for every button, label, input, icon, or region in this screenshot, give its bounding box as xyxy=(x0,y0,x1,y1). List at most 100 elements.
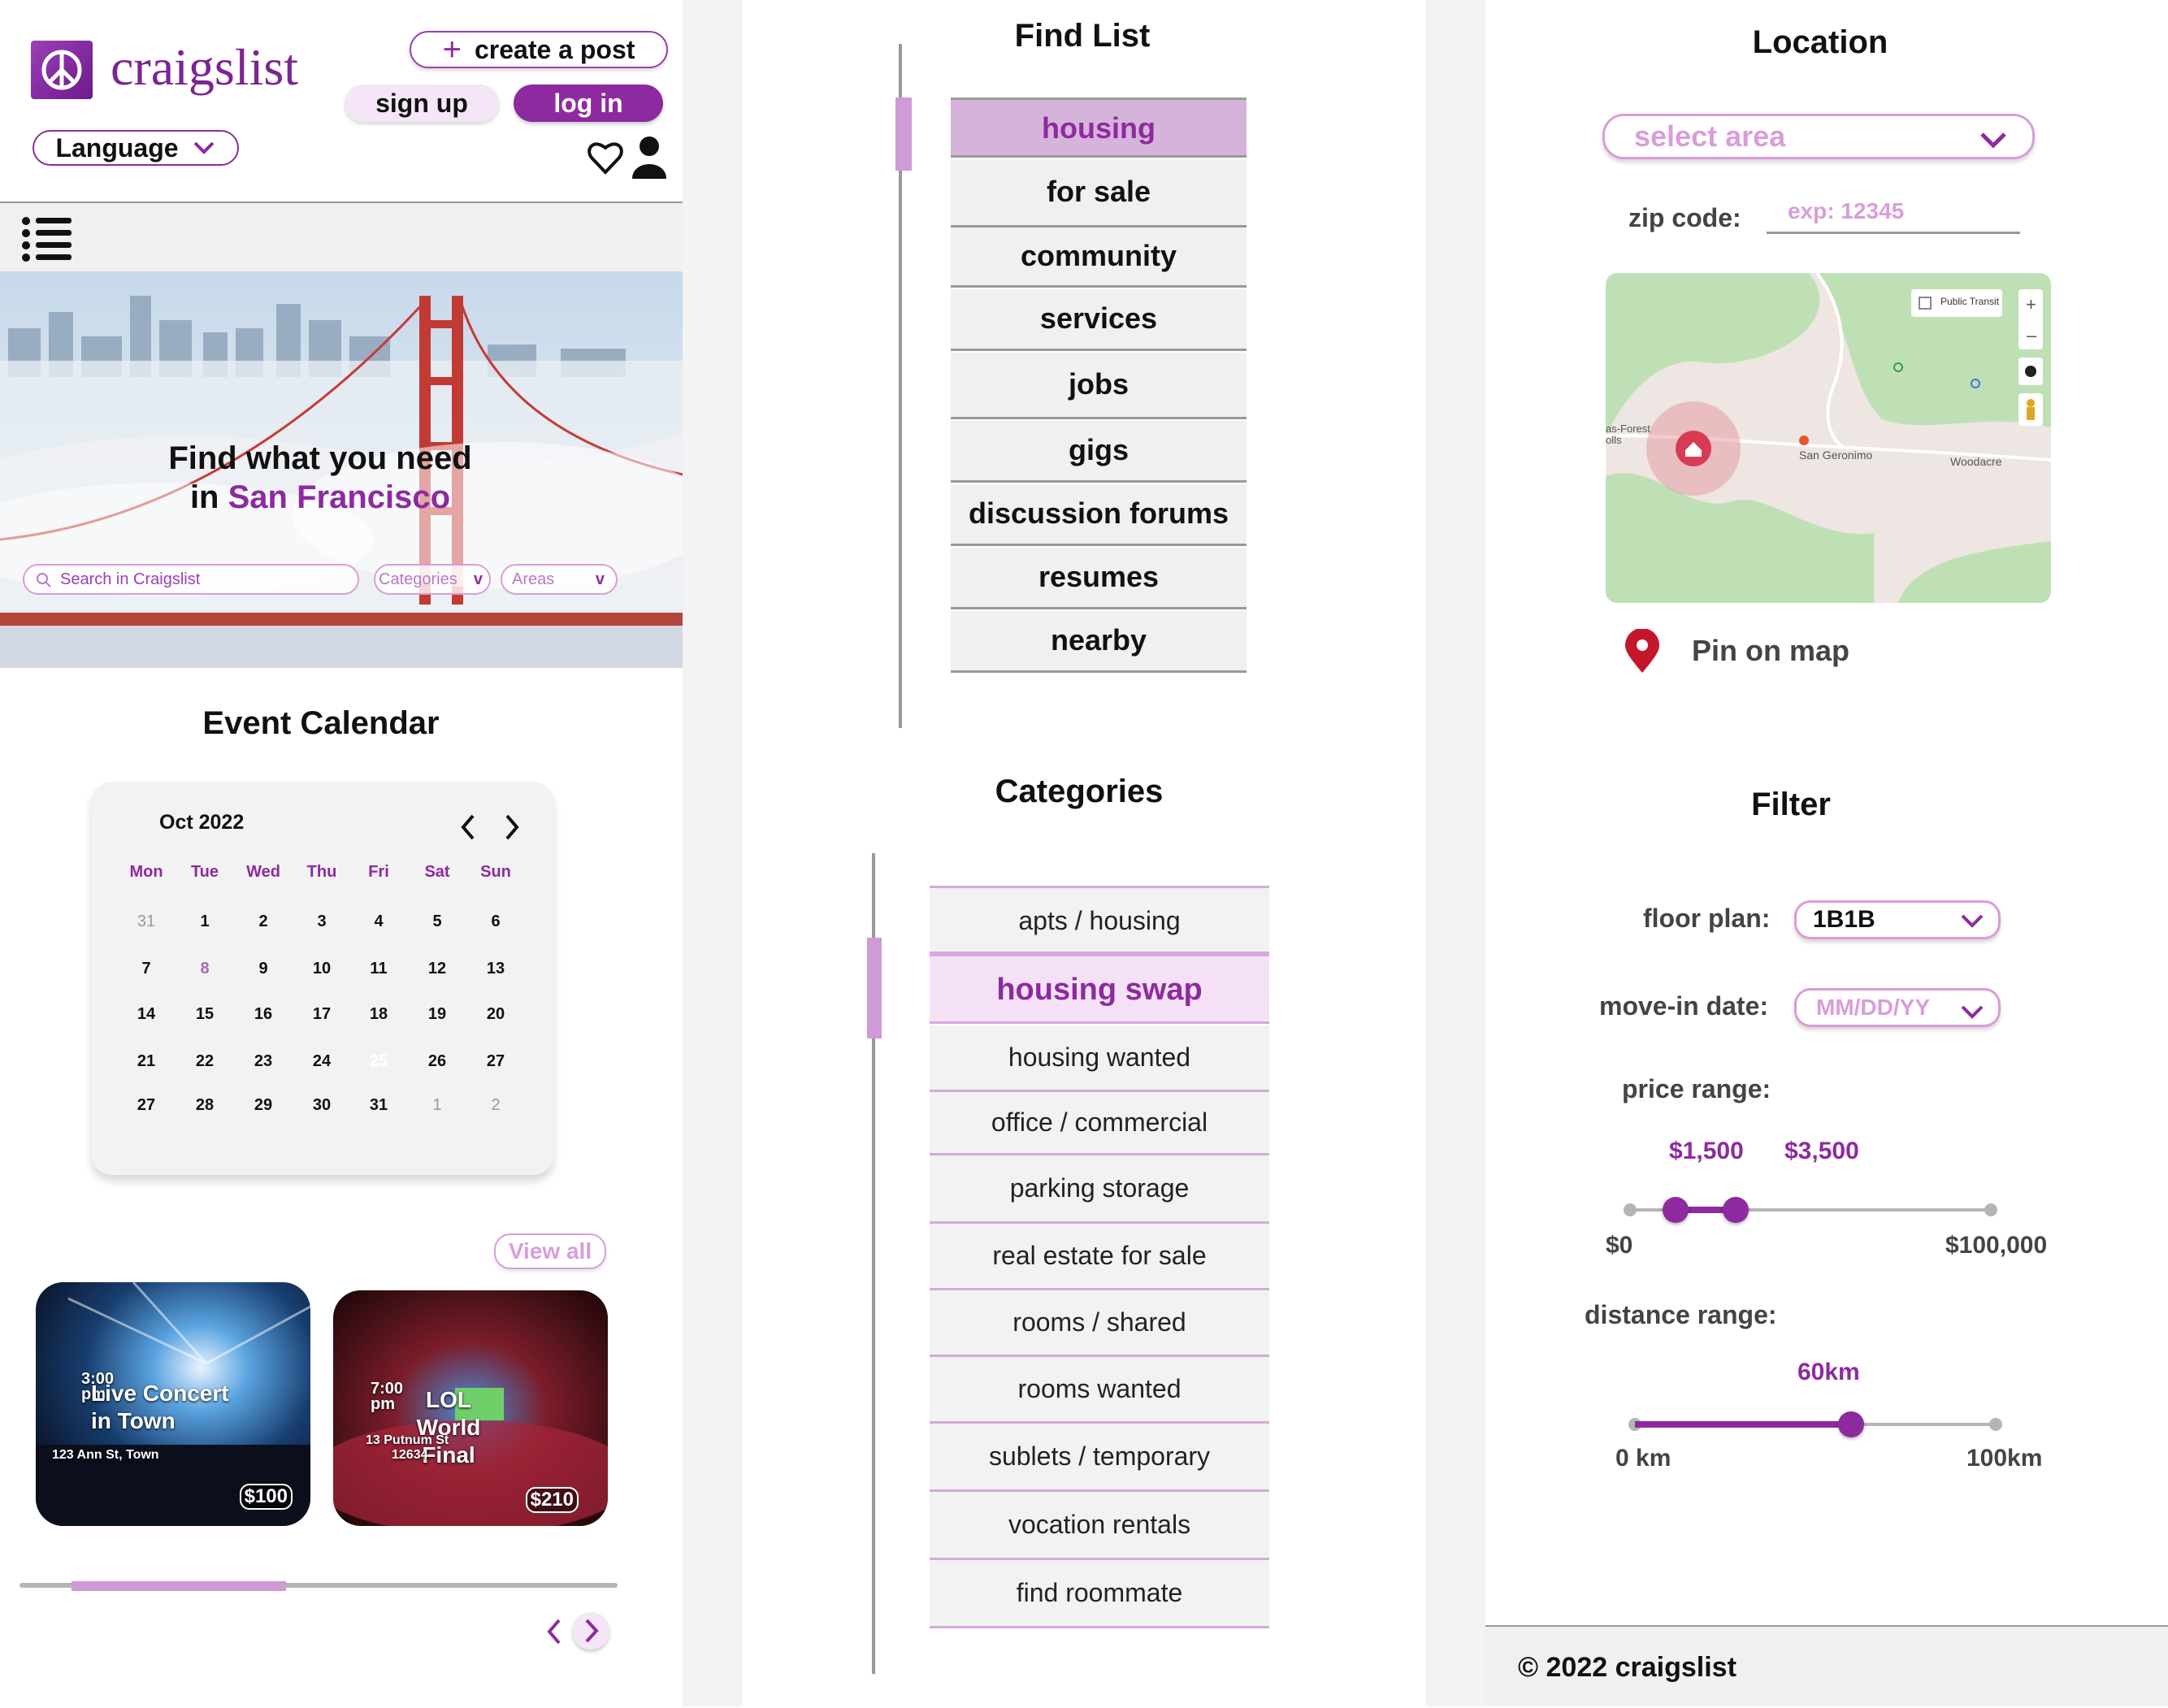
calendar-day[interactable]: 19 xyxy=(413,998,462,1030)
category-item[interactable]: parking storage xyxy=(930,1155,1269,1224)
calendar-day[interactable]: 10 xyxy=(297,952,346,985)
heart-icon[interactable] xyxy=(587,138,624,176)
category-item[interactable]: find roommate xyxy=(930,1560,1269,1628)
carousel-prev-icon[interactable] xyxy=(544,1617,566,1646)
calendar-day[interactable]: 31 xyxy=(354,1089,403,1121)
chevron-right-icon[interactable] xyxy=(502,813,522,842)
find-list-item[interactable]: for sale xyxy=(951,159,1247,228)
find-list-scroll-thumb[interactable] xyxy=(895,98,912,171)
calendar-day[interactable]: 2 xyxy=(239,905,288,938)
zip-code-input[interactable]: exp: 12345 xyxy=(1767,198,2020,234)
category-item[interactable]: rooms wanted xyxy=(930,1357,1269,1424)
slider-handle[interactable] xyxy=(1722,1197,1749,1223)
calendar-day[interactable]: 17 xyxy=(297,998,346,1030)
event-calendar: Oct 2022 Mon Tue Wed Thu Fri Sat Sun 31 1 2 3 4 5 6 7 8… xyxy=(91,782,554,1175)
category-item[interactable]: vocation rentals xyxy=(930,1492,1269,1560)
calendar-day[interactable]: 3 xyxy=(297,905,346,938)
calendar-weekday: Sun xyxy=(480,863,511,881)
slider-handle[interactable] xyxy=(1838,1411,1865,1437)
language-dropdown[interactable]: Language xyxy=(33,130,239,166)
find-list-item[interactable]: housing xyxy=(951,98,1247,158)
find-list-item[interactable]: gigs xyxy=(951,421,1247,483)
calendar-day[interactable]: 22 xyxy=(180,1045,229,1077)
calendar-day[interactable]: 29 xyxy=(239,1089,288,1121)
category-item[interactable]: apts / housing xyxy=(930,886,1269,954)
find-list-item[interactable]: jobs xyxy=(951,353,1247,419)
logo-icon[interactable] xyxy=(31,41,93,99)
search-icon xyxy=(37,573,51,587)
calendar-day[interactable]: 14 xyxy=(122,998,171,1030)
calendar-day[interactable]: 1 xyxy=(180,905,229,938)
calendar-day[interactable]: 15 xyxy=(180,998,229,1030)
calendar-day[interactable]: 28 xyxy=(180,1089,229,1121)
calendar-day[interactable]: 24 xyxy=(297,1045,346,1077)
calendar-day[interactable]: 7 xyxy=(122,952,171,985)
category-item[interactable]: sublets / temporary xyxy=(930,1424,1269,1492)
find-list-item[interactable]: discussion forums xyxy=(951,484,1247,546)
slider-end-dot xyxy=(1984,1203,1997,1216)
calendar-day[interactable]: 27 xyxy=(471,1045,520,1077)
calendar-day[interactable]: 20 xyxy=(471,998,520,1030)
calendar-day[interactable]: 9 xyxy=(239,952,288,985)
calendar-day[interactable]: 18 xyxy=(354,998,403,1030)
area-map[interactable]: + – Public Transit San Geronimo Woodacre… xyxy=(1606,273,2051,603)
select-area-dropdown[interactable]: select area xyxy=(1602,114,2035,159)
calendar-day[interactable]: 6 xyxy=(471,905,520,938)
distance-range-slider[interactable] xyxy=(1627,1411,2004,1437)
hero-title-city: San Francisco xyxy=(228,479,451,515)
areas-select[interactable]: Areas v xyxy=(501,564,618,595)
calendar-day[interactable]: 25 xyxy=(354,1043,403,1079)
calendar-day[interactable]: 21 xyxy=(122,1045,171,1077)
hero-title-line1: Find what you need xyxy=(168,440,472,476)
user-icon[interactable] xyxy=(631,135,668,179)
carousel-thumb[interactable] xyxy=(72,1581,286,1591)
sign-up-button[interactable]: sign up xyxy=(345,85,499,122)
chevron-left-icon[interactable] xyxy=(458,813,478,842)
calendar-day[interactable]: 13 xyxy=(471,952,520,985)
find-list-item[interactable]: community xyxy=(951,228,1247,288)
map-transit-toggle-label[interactable]: Public Transit xyxy=(1940,296,1999,307)
calendar-day[interactable]: 5 xyxy=(413,905,462,938)
find-list-item[interactable]: resumes xyxy=(951,548,1247,609)
distance-range-label: distance range: xyxy=(1585,1300,1777,1329)
calendar-day[interactable]: 26 xyxy=(413,1045,462,1077)
create-post-button[interactable]: + create a post xyxy=(410,31,668,68)
carousel-next-button[interactable] xyxy=(572,1612,609,1649)
map-place-label: olls xyxy=(1606,434,1622,446)
category-item[interactable]: housing swap xyxy=(930,954,1269,1024)
floor-plan-select[interactable]: 1B1B xyxy=(1794,900,2001,939)
search-input[interactable]: Search in Craigslist xyxy=(23,564,359,595)
price-range-slider[interactable] xyxy=(1622,1197,1999,1223)
category-item[interactable]: real estate for sale xyxy=(930,1224,1269,1290)
svg-text:+: + xyxy=(2026,294,2036,314)
calendar-day[interactable]: 11 xyxy=(354,952,403,985)
view-all-button[interactable]: View all xyxy=(494,1233,606,1269)
find-list-item[interactable]: services xyxy=(951,289,1247,351)
pin-on-map-button[interactable]: Pin on map xyxy=(1622,626,1866,674)
calendar-day[interactable]: 12 xyxy=(413,952,462,985)
calendar-day[interactable]: 27 xyxy=(122,1089,171,1121)
category-item[interactable]: housing wanted xyxy=(930,1025,1269,1092)
slider-handle[interactable] xyxy=(1662,1197,1689,1223)
chevron-down-icon: v xyxy=(473,570,483,588)
event-card[interactable]: 3:00 pm Live Concert in Town 123 Ann St, … xyxy=(36,1282,310,1526)
calendar-day[interactable]: 16 xyxy=(239,998,288,1030)
calendar-day[interactable]: 30 xyxy=(297,1089,346,1121)
calendar-day[interactable]: 23 xyxy=(239,1045,288,1077)
category-item[interactable]: office / commercial xyxy=(930,1092,1269,1155)
categories-scroll-thumb[interactable] xyxy=(867,938,882,1038)
move-in-date-input[interactable]: MM/DD/YY xyxy=(1794,988,2001,1027)
chevron-down-icon xyxy=(193,141,214,154)
category-item[interactable]: rooms / shared xyxy=(930,1290,1269,1357)
categories-select[interactable]: Categories v xyxy=(374,564,491,595)
calendar-day[interactable]: 8 xyxy=(180,951,229,990)
calendar-day: 1 xyxy=(432,1096,442,1114)
find-list-item[interactable]: nearby xyxy=(951,611,1247,673)
event-card[interactable]: 7:00 pm LOL World Final 13 Putnum St 12634… xyxy=(333,1290,608,1526)
calendar-weekday: Fri xyxy=(368,863,389,881)
logo-text[interactable]: craigslist xyxy=(111,37,298,98)
copyright-icon: © xyxy=(1518,1652,1539,1683)
list-menu-icon[interactable] xyxy=(21,215,73,263)
log-in-button[interactable]: log in xyxy=(514,85,663,122)
calendar-day[interactable]: 4 xyxy=(354,905,403,938)
